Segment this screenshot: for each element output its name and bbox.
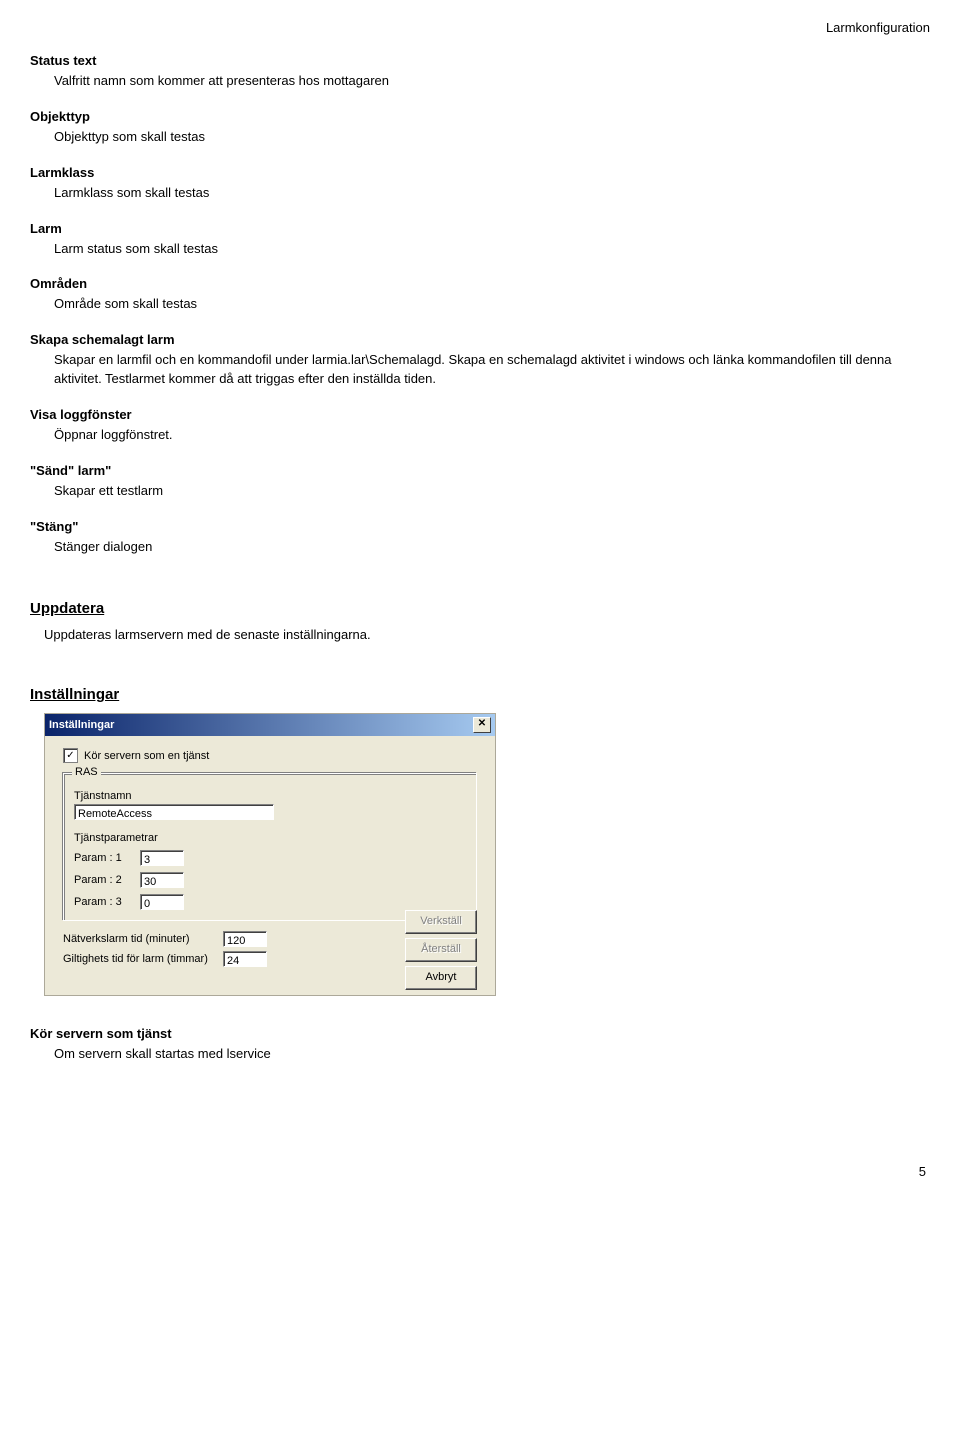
dialog-titlebar: Inställningar ✕ xyxy=(45,714,495,736)
section-body: Skapar en larmfil och en kommandofil und… xyxy=(54,351,930,389)
check-icon: ✓ xyxy=(66,751,74,761)
section-title: Status text xyxy=(30,53,930,68)
section-title: "Sänd" larm" xyxy=(30,463,930,478)
section-title: Visa loggfönster xyxy=(30,407,930,422)
section-title: "Stäng" xyxy=(30,519,930,534)
close-button[interactable]: ✕ xyxy=(473,717,491,733)
section-body: Skapar ett testlarm xyxy=(54,482,930,501)
section-body: Område som skall testas xyxy=(54,295,930,314)
natverkslarm-input[interactable]: 120 xyxy=(223,931,267,947)
section-body: Öppnar loggfönstret. xyxy=(54,426,930,445)
param-row-2: Param : 2 30 xyxy=(74,872,466,888)
run-as-service-row: ✓ Kör servern som en tjänst xyxy=(63,748,483,763)
section-body: Valfritt namn som kommer att presenteras… xyxy=(54,72,930,91)
settings-dialog: Inställningar ✕ ✓ Kör servern som en tjä… xyxy=(44,713,496,996)
dialog-title: Inställningar xyxy=(49,719,114,731)
section-title: Områden xyxy=(30,276,930,291)
giltighet-label: Giltighets tid för larm (timmar) xyxy=(63,953,213,965)
section-body: Stänger dialogen xyxy=(54,538,930,557)
param1-label: Param : 1 xyxy=(74,852,132,864)
section-title: Skapa schemalagt larm xyxy=(30,332,930,347)
section-body: Larmklass som skall testas xyxy=(54,184,930,203)
tjanstnamn-label: Tjänstnamn xyxy=(74,790,466,802)
heading-installningar: Inställningar xyxy=(30,686,930,703)
document-body: Status text Valfritt namn som kommer att… xyxy=(30,53,930,1064)
page-number: 5 xyxy=(30,1164,930,1179)
giltighet-input[interactable]: 24 xyxy=(223,951,267,967)
dialog-body: ✓ Kör servern som en tjänst RAS Tjänstna… xyxy=(45,736,495,995)
param1-input[interactable]: 3 xyxy=(140,850,184,866)
section-body: Objekttyp som skall testas xyxy=(54,128,930,147)
page-header: Larmkonfiguration xyxy=(30,20,930,35)
uppdatera-body: Uppdateras larmservern med de senaste in… xyxy=(44,627,930,642)
param-row-3: Param : 3 0 xyxy=(74,894,466,910)
run-as-service-label: Kör servern som en tjänst xyxy=(84,750,209,762)
section-body: Larm status som skall testas xyxy=(54,240,930,259)
param2-input[interactable]: 30 xyxy=(140,872,184,888)
param3-input[interactable]: 0 xyxy=(140,894,184,910)
aterstall-button[interactable]: Återställ xyxy=(405,938,477,962)
section-title: Larmklass xyxy=(30,165,930,180)
natverkslarm-label: Nätverkslarm tid (minuter) xyxy=(63,933,213,945)
param3-label: Param : 3 xyxy=(74,896,132,908)
close-icon: ✕ xyxy=(478,718,486,729)
footer-section-title: Kör servern som tjänst xyxy=(30,1026,930,1041)
verkstall-button[interactable]: Verkställ xyxy=(405,910,477,934)
run-as-service-checkbox[interactable]: ✓ xyxy=(63,748,78,763)
heading-uppdatera: Uppdatera xyxy=(30,600,930,617)
section-title: Larm xyxy=(30,221,930,236)
ras-group-title: RAS xyxy=(72,766,101,778)
param2-label: Param : 2 xyxy=(74,874,132,886)
avbryt-button[interactable]: Avbryt xyxy=(405,966,477,990)
footer-section-body: Om servern skall startas med lservice xyxy=(54,1045,930,1064)
button-stack: Verkställ Återställ Avbryt xyxy=(405,910,477,990)
ras-group: RAS Tjänstnamn RemoteAccess Tjänstparame… xyxy=(63,773,477,921)
section-title: Objekttyp xyxy=(30,109,930,124)
tjanstnamn-input[interactable]: RemoteAccess xyxy=(74,804,274,820)
param-row-1: Param : 1 3 xyxy=(74,850,466,866)
tjanstparametrar-label: Tjänstparametrar xyxy=(74,832,466,844)
